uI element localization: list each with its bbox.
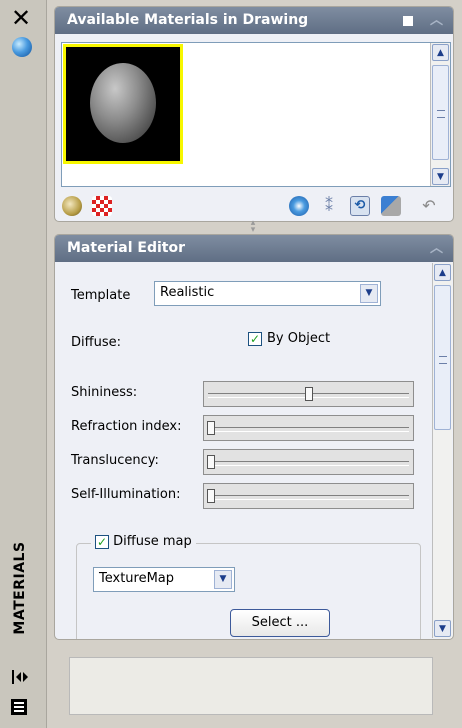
diffuse-map-checkbox[interactable]: ✓	[95, 534, 109, 549]
create-material-icon[interactable]	[62, 196, 82, 216]
chevron-down-icon[interactable]: ▼	[360, 284, 378, 303]
translucency-slider[interactable]	[203, 449, 414, 475]
toggle-view-icon[interactable]	[403, 16, 413, 26]
diffuse-map-group: ✓ Diffuse map TextureMap ▼ Select ...	[76, 534, 421, 639]
template-select[interactable]: Realistic ▼	[154, 281, 381, 306]
sync-icon[interactable]: ⟲	[350, 196, 370, 216]
auto-hide-icon[interactable]	[10, 668, 30, 686]
material-editor-panel: Material Editor ︿ Template Realistic ▼ D…	[54, 234, 454, 640]
materials-toolbar: ⁑ ⟲ ↶	[55, 191, 453, 221]
palette-title: MATERIALS	[12, 541, 28, 635]
details-box	[69, 657, 433, 715]
editor-scrollbar[interactable]: ▲ ▼	[432, 263, 452, 638]
slider-knob[interactable]	[305, 387, 313, 401]
scroll-thumb[interactable]	[434, 285, 451, 430]
available-materials-panel: Available Materials in Drawing ︿ ▲ ▼ ⁑ ⟲…	[54, 6, 454, 222]
slider-knob[interactable]	[207, 489, 215, 503]
apply-material-icon[interactable]	[289, 196, 309, 216]
diffuse-label: Diffuse:	[71, 335, 121, 350]
slider-knob[interactable]	[207, 421, 215, 435]
material-editor-body: Template Realistic ▼ Diffuse: ✓ By Objec…	[63, 265, 421, 639]
translucency-label: Translucency:	[71, 453, 159, 468]
diffuse-map-label: Diffuse map	[113, 534, 192, 549]
undo-icon[interactable]: ↶	[419, 196, 439, 216]
material-swatch-selected[interactable]	[63, 44, 183, 164]
by-object-label: By Object	[267, 331, 331, 346]
select-button[interactable]: Select ...	[230, 609, 330, 637]
material-editor-header[interactable]: Material Editor ︿	[55, 235, 453, 262]
purge-icon[interactable]: ⁑	[319, 196, 339, 216]
diffuse-map-legend: ✓ Diffuse map	[91, 534, 196, 552]
self-illumination-slider[interactable]	[203, 483, 414, 509]
refraction-index-label: Refraction index:	[71, 419, 182, 434]
sphere-preview	[90, 63, 156, 143]
checker-icon[interactable]	[92, 196, 112, 216]
swatch-scrollbar[interactable]: ▲ ▼	[430, 43, 450, 186]
available-materials-header[interactable]: Available Materials in Drawing ︿	[55, 7, 453, 34]
chevron-down-icon[interactable]: ▼	[214, 570, 232, 589]
properties-menu-icon[interactable]	[10, 698, 28, 716]
slider-knob[interactable]	[207, 455, 215, 469]
material-editor-title: Material Editor	[67, 240, 185, 256]
refraction-index-slider[interactable]	[203, 415, 414, 441]
shininess-label: Shininess:	[71, 385, 138, 400]
collapse-chevron-icon[interactable]: ︿	[430, 7, 443, 34]
map-type-select[interactable]: TextureMap ▼	[93, 567, 235, 592]
collapse-chevron-icon[interactable]: ︿	[430, 235, 443, 262]
palette-title-strip: ✕ MATERIALS	[0, 0, 47, 728]
self-illumination-label: Self-Illumination:	[71, 487, 181, 502]
close-icon[interactable]: ✕	[9, 6, 33, 30]
scroll-down-icon[interactable]: ▼	[434, 620, 451, 637]
swatch-area: ▲ ▼	[61, 42, 451, 187]
materials-globe-icon[interactable]	[12, 37, 32, 57]
attach-by-layer-icon[interactable]	[381, 196, 401, 216]
scroll-thumb[interactable]	[432, 65, 449, 160]
shininess-slider[interactable]	[203, 381, 414, 407]
template-label: Template	[71, 288, 131, 303]
panel-splitter-icon[interactable]: ▴ ▾	[248, 219, 258, 235]
scroll-up-icon[interactable]: ▲	[432, 44, 449, 61]
by-object-checkbox[interactable]: ✓	[248, 332, 262, 346]
available-materials-title: Available Materials in Drawing	[67, 12, 309, 28]
scroll-up-icon[interactable]: ▲	[434, 264, 451, 281]
scroll-down-icon[interactable]: ▼	[432, 168, 449, 185]
